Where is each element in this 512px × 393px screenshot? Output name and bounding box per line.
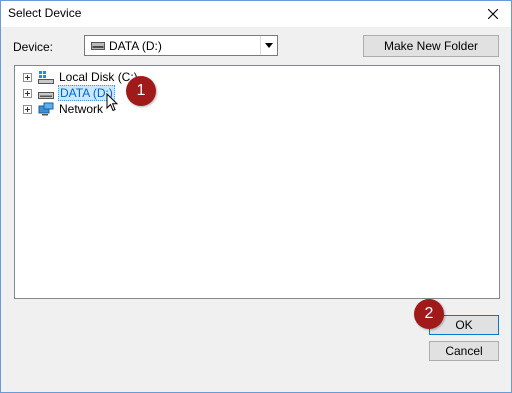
tree-item-label: Network — [59, 102, 104, 116]
device-tree[interactable]: Local Disk (C:) DATA (D:) Network — [14, 65, 500, 299]
expand-icon[interactable] — [23, 73, 32, 82]
mouse-cursor-icon — [106, 93, 119, 112]
dialog-title: Select Device — [8, 6, 82, 20]
title-bar: Select Device — [1, 1, 511, 27]
close-button[interactable] — [475, 1, 511, 27]
device-selected-value: DATA (D:) — [109, 39, 162, 53]
select-device-dialog: Select Device Device: DATA (D:) Make New… — [0, 0, 512, 393]
chevron-down-icon — [265, 43, 273, 48]
device-dropdown[interactable]: DATA (D:) — [84, 35, 278, 56]
step-marker-2: 2 — [414, 299, 444, 329]
system-drive-icon — [38, 71, 54, 84]
expand-icon[interactable] — [23, 105, 32, 114]
network-icon — [38, 102, 54, 116]
make-new-folder-button[interactable]: Make New Folder — [363, 35, 499, 57]
dropdown-arrow[interactable] — [260, 36, 277, 55]
expand-icon[interactable] — [23, 89, 32, 98]
tree-item-label: Local Disk (C:) — [59, 70, 138, 84]
close-icon — [488, 9, 498, 19]
device-label: Device: — [13, 40, 54, 54]
step-marker-1: 1 — [126, 76, 156, 106]
drive-icon — [91, 42, 105, 50]
drive-icon — [38, 92, 54, 99]
tree-item-local-disk[interactable]: Local Disk (C:) — [15, 69, 215, 85]
cancel-button[interactable]: Cancel — [429, 341, 499, 361]
